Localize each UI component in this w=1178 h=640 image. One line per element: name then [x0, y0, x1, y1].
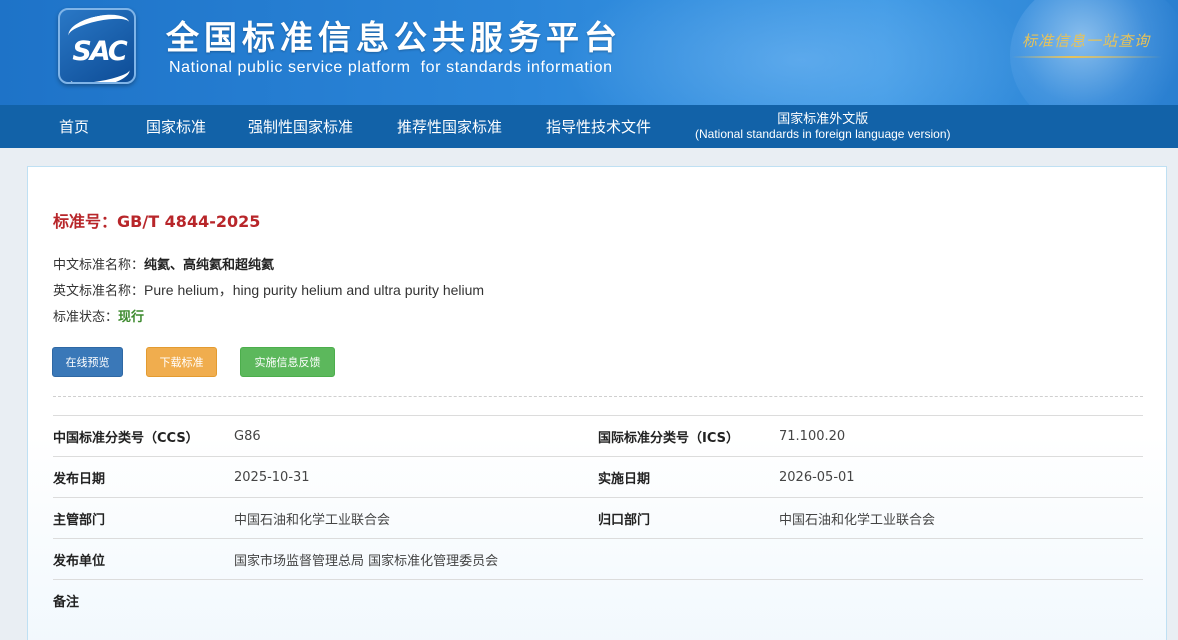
header-banner: SAC 全国标准信息公共服务平台 National public service… — [0, 0, 1178, 105]
online-preview-button[interactable]: 在线预览 — [52, 347, 123, 377]
table-row: 发布单位 国家市场监督管理总局 国家标准化管理委员会 — [53, 538, 1143, 579]
competent-dept-label: 主管部门 — [53, 513, 106, 528]
publisher-label: 发布单位 — [53, 554, 106, 569]
publisher-value: 国家市场监督管理总局 国家标准化管理委员会 — [234, 554, 499, 569]
status-value: 现行 — [118, 310, 145, 325]
site-subtitle: National public service platform for sta… — [169, 59, 613, 76]
main-nav: 首页 国家标准 强制性国家标准 推荐性国家标准 指导性技术文件 国家标准外文版 … — [0, 105, 1178, 148]
metadata-table: 中国标准分类号（CCS） G86 国际标准分类号（ICS） 71.100.20 … — [53, 415, 1143, 620]
ics-value: 71.100.20 — [779, 429, 846, 444]
en-name-label: 英文标准名称： — [53, 284, 145, 299]
download-standard-button[interactable]: 下载标准 — [146, 347, 217, 377]
banner-glow — [560, 0, 1040, 105]
responsible-dept-value: 中国石油和化学工业联合会 — [779, 513, 936, 528]
nav-foreign-label: 国家标准外文版 — [777, 111, 869, 127]
nav-item-foreign-language-standards[interactable]: 国家标准外文版 (National standards in foreign l… — [695, 105, 951, 148]
slogan-underline — [1012, 56, 1162, 58]
nav-item-national-standards[interactable]: 国家标准 — [146, 105, 206, 148]
table-row: 备注 — [53, 579, 1143, 620]
banner-globe-decoration — [1010, 0, 1178, 105]
table-row: 发布日期 2025-10-31 实施日期 2026-05-01 — [53, 456, 1143, 497]
en-name-line: 英文标准名称：Pure helium，hing purity helium an… — [53, 280, 484, 300]
logo-text: SAC — [72, 36, 127, 67]
status-line: 标准状态：现行 — [53, 306, 144, 325]
cn-name-value: 纯氦、高纯氦和超纯氦 — [144, 258, 275, 273]
nav-item-mandatory-standards[interactable]: 强制性国家标准 — [248, 105, 353, 148]
nav-foreign-sublabel: (National standards in foreign language … — [695, 126, 951, 141]
site-title: 全国标准信息公共服务平台 — [166, 18, 622, 57]
implementation-feedback-button[interactable]: 实施信息反馈 — [240, 347, 335, 377]
standard-number-value: GB/T 4844-2025 — [117, 212, 261, 231]
nav-item-home[interactable]: 首页 — [59, 105, 89, 148]
sac-logo[interactable]: SAC — [58, 8, 136, 84]
table-row: 中国标准分类号（CCS） G86 国际标准分类号（ICS） 71.100.20 — [53, 415, 1143, 456]
dashed-separator — [53, 396, 1143, 397]
ccs-label: 中国标准分类号（CCS） — [53, 431, 199, 446]
cn-name-line: 中文标准名称：纯氦、高纯氦和超纯氦 — [53, 254, 274, 273]
en-name-value: Pure helium，hing purity helium and ultra… — [144, 282, 485, 298]
standard-detail-panel: 标准号：GB/T 4844-2025 中文标准名称：纯氦、高纯氦和超纯氦 英文标… — [27, 166, 1167, 640]
implement-date-value: 2026-05-01 — [779, 470, 855, 485]
status-label: 标准状态： — [53, 310, 119, 325]
ics-label: 国际标准分类号（ICS） — [598, 431, 739, 446]
implement-date-label: 实施日期 — [598, 472, 651, 487]
ccs-value: G86 — [234, 429, 261, 444]
table-row: 主管部门 中国石油和化学工业联合会 归口部门 中国石油和化学工业联合会 — [53, 497, 1143, 538]
standard-number-heading: 标准号：GB/T 4844-2025 — [53, 208, 260, 232]
nav-item-recommended-standards[interactable]: 推荐性国家标准 — [397, 105, 502, 148]
publish-date-label: 发布日期 — [53, 472, 106, 487]
competent-dept-value: 中国石油和化学工业联合会 — [234, 513, 391, 528]
nav-item-guidance-documents[interactable]: 指导性技术文件 — [546, 105, 651, 148]
slogan: 标准信息一站查询 — [1022, 32, 1151, 50]
publish-date-value: 2025-10-31 — [234, 470, 310, 485]
standard-number-label: 标准号： — [53, 212, 118, 231]
cn-name-label: 中文标准名称： — [53, 258, 145, 273]
remarks-label: 备注 — [53, 595, 80, 610]
responsible-dept-label: 归口部门 — [598, 513, 651, 528]
